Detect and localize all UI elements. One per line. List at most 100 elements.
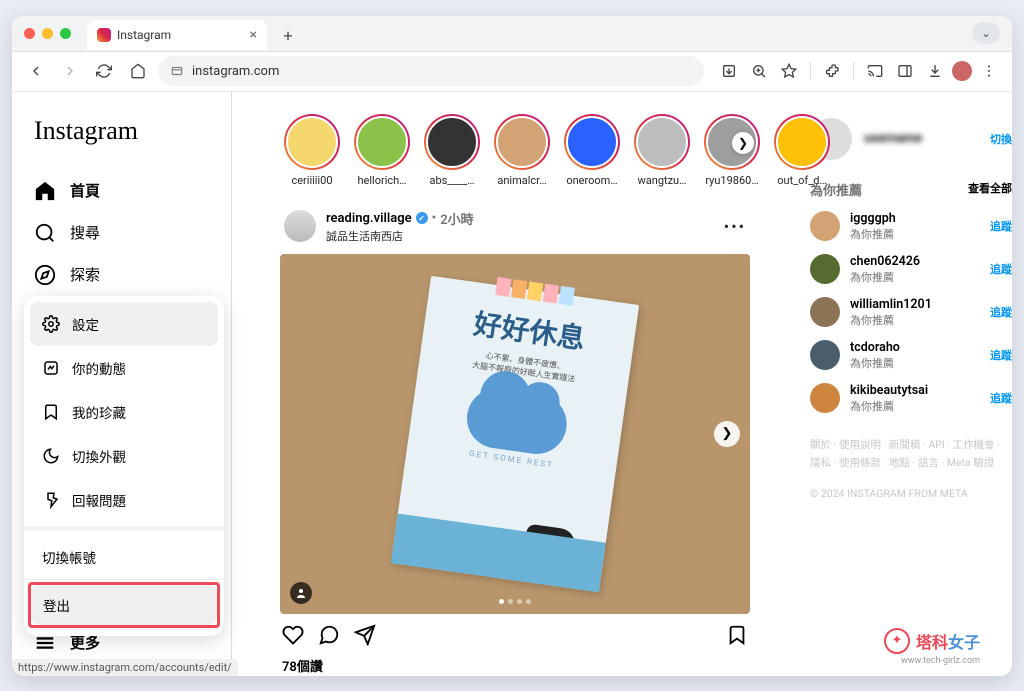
post-location[interactable]: 誠品生活南西店 [326, 228, 474, 244]
menu-report[interactable]: 回報問題 [30, 478, 218, 522]
suggest-avatar[interactable] [810, 254, 840, 284]
nav-home[interactable]: 首頁 [24, 170, 219, 212]
downloads-button[interactable] [922, 57, 948, 85]
tab-dropdown-button[interactable]: ⌄ [972, 22, 1000, 44]
story-item[interactable]: out_of_d… [774, 114, 830, 187]
menu-logout[interactable]: 登出 [31, 585, 217, 625]
home-button[interactable] [124, 57, 152, 85]
suggest-username[interactable]: iggggph [850, 211, 980, 226]
watermark: ✦ 塔科女子 [884, 628, 980, 654]
follow-button[interactable]: 追蹤 [990, 261, 1012, 277]
zoom-button[interactable] [746, 57, 772, 85]
close-window-button[interactable] [24, 28, 35, 39]
menu-label: 回報問題 [72, 490, 126, 510]
cast-button[interactable] [862, 57, 888, 85]
nav-explore[interactable]: 探索 [24, 254, 219, 296]
suggestion-row: williamlin1201為你推薦追蹤 [810, 297, 1012, 328]
story-avatar [286, 116, 338, 168]
suggest-reason: 為你推薦 [850, 355, 980, 371]
menu-activity[interactable]: 你的動態 [30, 346, 218, 390]
like-button[interactable] [282, 624, 304, 650]
maximize-window-button[interactable] [60, 28, 71, 39]
menu-switch-account[interactable]: 切換帳號 [30, 535, 218, 579]
post-next-image-button[interactable]: ❯ [714, 421, 740, 447]
divider [853, 62, 854, 80]
save-button[interactable] [726, 624, 748, 650]
instagram-favicon [97, 28, 111, 42]
suggest-avatar[interactable] [810, 211, 840, 241]
story-username: animalcr… [497, 174, 546, 187]
home-icon [34, 180, 56, 202]
minimize-window-button[interactable] [42, 28, 53, 39]
post-more-button[interactable]: ••• [724, 217, 746, 236]
menu-settings[interactable]: 設定 [30, 302, 218, 346]
post-likes[interactable]: 78個讚 [280, 656, 750, 676]
menu-saved[interactable]: 我的珍藏 [30, 390, 218, 434]
story-username: out_of_d… [777, 174, 827, 187]
my-username[interactable]: username [864, 131, 978, 146]
story-item[interactable]: ryu19860… [704, 114, 760, 187]
menu-button[interactable] [976, 57, 1002, 85]
menu-label: 切換外觀 [72, 446, 126, 466]
profile-avatar-button[interactable] [952, 61, 972, 81]
close-tab-button[interactable]: × [250, 27, 257, 43]
footer-links[interactable]: 關於 · 使用說明 · 新聞稿 · API · 工作機會 · 隱私 · 使用條款… [810, 436, 1012, 474]
story-item[interactable]: ceriiiii00 [284, 114, 340, 187]
address-bar[interactable]: instagram.com [158, 56, 704, 86]
bookmarks-decoration [495, 277, 575, 306]
watermark-icon: ✦ [884, 628, 910, 654]
divider [810, 62, 811, 80]
reload-button[interactable] [90, 57, 118, 85]
story-ring [494, 114, 550, 170]
follow-button[interactable]: 追蹤 [990, 347, 1012, 363]
browser-tab[interactable]: Instagram × [87, 20, 267, 50]
suggest-username[interactable]: kikibeautytsai [850, 383, 980, 398]
suggest-avatar[interactable] [810, 383, 840, 413]
share-button[interactable] [354, 624, 376, 650]
story-avatar [496, 116, 548, 168]
switch-account-link[interactable]: 切換 [990, 131, 1012, 147]
post-author-avatar[interactable] [284, 210, 316, 242]
tagged-people-button[interactable] [290, 582, 312, 604]
comment-button[interactable] [318, 624, 340, 650]
bookmark-icon [42, 403, 60, 421]
bookmark-button[interactable] [776, 57, 802, 85]
post: reading.village ✓ • 2小時 誠品生活南西店 ••• [280, 209, 750, 676]
nav-search[interactable]: 搜尋 [24, 212, 219, 254]
story-username: wangtzu… [638, 174, 687, 187]
menu-separator [24, 526, 224, 531]
story-item[interactable]: abs____… [424, 114, 480, 187]
cloud-illustration [463, 384, 570, 457]
suggest-username[interactable]: chen062426 [850, 254, 980, 269]
post-image[interactable]: 好好休息 心不累、身體不疲憊、大腦不報廢的好眠人生實踐法 GET SOME RE… [280, 254, 750, 614]
menu-appearance[interactable]: 切換外觀 [30, 434, 218, 478]
alert-icon [42, 491, 60, 509]
follow-button[interactable]: 追蹤 [990, 218, 1012, 234]
activity-icon [42, 359, 60, 377]
follow-button[interactable]: 追蹤 [990, 304, 1012, 320]
back-button[interactable] [22, 57, 50, 85]
story-item[interactable]: hellorich… [354, 114, 410, 187]
status-bar-url: https://www.instagram.com/accounts/edit/ [12, 659, 238, 676]
watermark-url: www.tech-girlz.com [901, 656, 980, 666]
side-panel-button[interactable] [892, 57, 918, 85]
suggest-avatar[interactable] [810, 340, 840, 370]
menu-label: 我的珍藏 [72, 402, 126, 422]
story-item[interactable]: wangtzu… [634, 114, 690, 187]
story-item[interactable]: oneroom… [564, 114, 620, 187]
tab-title: Instagram [117, 28, 171, 42]
suggest-username[interactable]: tcdoraho [850, 340, 980, 355]
suggest-avatar[interactable] [810, 297, 840, 327]
extensions-button[interactable] [819, 57, 845, 85]
new-tab-button[interactable]: + [275, 22, 301, 48]
instagram-logo[interactable]: Instagram [24, 116, 219, 170]
forward-button[interactable] [56, 57, 84, 85]
see-all-link[interactable]: 查看全部 [968, 180, 1012, 199]
story-item[interactable]: animalcr… [494, 114, 550, 187]
install-app-button[interactable] [716, 57, 742, 85]
post-username[interactable]: reading.village [326, 211, 412, 226]
suggest-username[interactable]: williamlin1201 [850, 297, 980, 312]
follow-button[interactable]: 追蹤 [990, 390, 1012, 406]
suggest-reason: 為你推薦 [850, 398, 980, 414]
stories-next-button[interactable]: ❯ [732, 132, 754, 154]
